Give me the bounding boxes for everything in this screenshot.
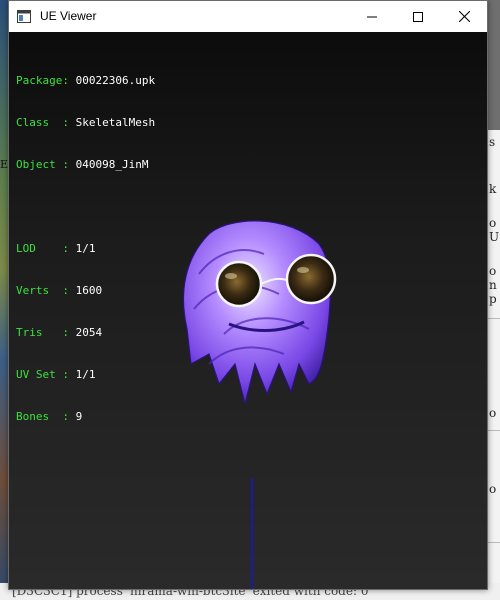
console-char: s [489, 135, 496, 149]
info-value: 040098_JinM [75, 158, 149, 171]
ue-viewer-window: UE Viewer Package: 00022306.upk Class : … [8, 0, 488, 590]
console-char: k [489, 182, 497, 196]
minimize-button[interactable] [349, 1, 395, 32]
info-label: Verts : [16, 284, 76, 297]
desktop-background [0, 0, 8, 600]
info-row-verts: Verts : 1600 [16, 284, 155, 298]
info-value: 2054 [75, 326, 103, 339]
close-button[interactable] [441, 1, 487, 32]
minimize-icon [367, 16, 377, 17]
console-char: o [489, 482, 497, 496]
info-row-package: Package: 00022306.upk [16, 74, 155, 88]
background-left-char: E [0, 158, 9, 171]
background-console-window: s k o U o n p o o o [488, 130, 500, 600]
info-label: Class : [16, 116, 76, 129]
info-label: LOD : [16, 242, 76, 255]
title-bar[interactable]: UE Viewer [9, 1, 487, 32]
console-char: U [489, 230, 500, 244]
info-row-bones: Bones : 9 [16, 410, 155, 424]
info-label: Object : [16, 158, 76, 171]
console-char: o [489, 216, 497, 230]
console-char: o [489, 406, 497, 420]
maximize-icon [413, 11, 423, 22]
info-row-lod: LOD : 1/1 [16, 242, 155, 256]
origin-axis-line [251, 478, 253, 589]
info-label: Package: [16, 74, 76, 87]
info-row-tris: Tris : 2054 [16, 326, 155, 340]
console-char: p [489, 292, 497, 306]
info-value: 1600 [75, 284, 103, 297]
info-row-class: Class : SkeletalMesh [16, 116, 155, 130]
info-row-uvset: UV Set : 1/1 [16, 368, 155, 382]
console-char: n [489, 278, 497, 292]
info-label: Bones : [16, 410, 76, 423]
info-value: 00022306.upk [75, 74, 156, 87]
info-value: SkeletalMesh [75, 116, 156, 129]
3d-viewport[interactable]: Package: 00022306.upk Class : SkeletalMe… [9, 32, 487, 589]
info-value: 9 [75, 410, 83, 423]
info-value: 1/1 [75, 242, 96, 255]
close-icon [458, 11, 470, 22]
maximize-button[interactable] [395, 1, 441, 32]
info-value: 1/1 [75, 368, 96, 381]
info-label: UV Set : [16, 368, 76, 381]
info-label: Tris : [16, 326, 76, 339]
app-window-icon [17, 10, 31, 23]
info-row-object: Object : 040098_JinM [16, 158, 155, 172]
console-char: o [489, 264, 497, 278]
skeletal-mesh-render [182, 220, 337, 405]
mesh-info-overlay: Package: 00022306.upk Class : SkeletalMe… [16, 46, 155, 452]
window-title: UE Viewer [40, 9, 97, 23]
